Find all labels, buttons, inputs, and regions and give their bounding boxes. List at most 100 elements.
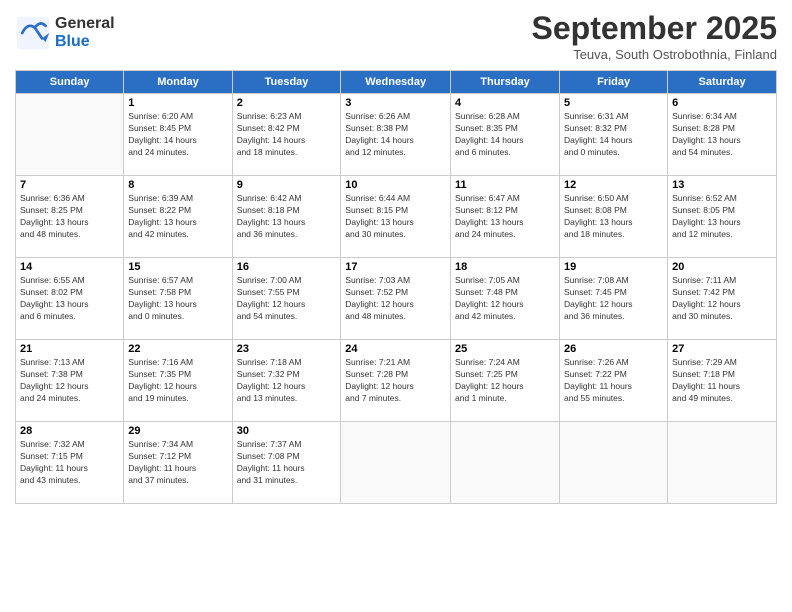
day-of-week-header: Saturday xyxy=(668,71,777,94)
calendar-day-cell xyxy=(560,422,668,504)
day-of-week-header: Tuesday xyxy=(232,71,341,94)
day-number: 20 xyxy=(672,261,772,273)
day-number: 10 xyxy=(345,179,446,191)
day-info: Sunrise: 6:52 AMSunset: 8:05 PMDaylight:… xyxy=(672,193,772,241)
title-section: September 2025 Teuva, South Ostrobothnia… xyxy=(532,10,777,62)
day-info: Sunrise: 6:31 AMSunset: 8:32 PMDaylight:… xyxy=(564,111,663,159)
day-info: Sunrise: 6:42 AMSunset: 8:18 PMDaylight:… xyxy=(237,193,337,241)
calendar-day-cell: 14 Sunrise: 6:55 AMSunset: 8:02 PMDayligh… xyxy=(16,258,124,340)
calendar-week-row: 28 Sunrise: 7:32 AMSunset: 7:15 PMDayligh… xyxy=(16,422,777,504)
calendar-day-cell: 3 Sunrise: 6:26 AMSunset: 8:38 PMDaylight… xyxy=(341,94,451,176)
day-info: Sunrise: 7:34 AMSunset: 7:12 PMDaylight:… xyxy=(128,439,227,487)
day-of-week-header: Wednesday xyxy=(341,71,451,94)
calendar-day-cell: 20 Sunrise: 7:11 AMSunset: 7:42 PMDayligh… xyxy=(668,258,777,340)
calendar-table: SundayMondayTuesdayWednesdayThursdayFrid… xyxy=(15,70,777,504)
calendar-header-row: SundayMondayTuesdayWednesdayThursdayFrid… xyxy=(16,71,777,94)
day-number: 6 xyxy=(672,97,772,109)
month-title: September 2025 xyxy=(532,10,777,47)
day-number: 17 xyxy=(345,261,446,273)
day-info: Sunrise: 7:11 AMSunset: 7:42 PMDaylight:… xyxy=(672,275,772,323)
day-number: 9 xyxy=(237,179,337,191)
day-number: 11 xyxy=(455,179,555,191)
calendar-day-cell xyxy=(668,422,777,504)
day-number: 19 xyxy=(564,261,663,273)
day-info: Sunrise: 6:36 AMSunset: 8:25 PMDaylight:… xyxy=(20,193,119,241)
day-number: 14 xyxy=(20,261,119,273)
day-info: Sunrise: 6:20 AMSunset: 8:45 PMDaylight:… xyxy=(128,111,227,159)
day-number: 13 xyxy=(672,179,772,191)
day-info: Sunrise: 7:03 AMSunset: 7:52 PMDaylight:… xyxy=(345,275,446,323)
calendar-day-cell: 5 Sunrise: 6:31 AMSunset: 8:32 PMDaylight… xyxy=(560,94,668,176)
calendar-day-cell: 17 Sunrise: 7:03 AMSunset: 7:52 PMDayligh… xyxy=(341,258,451,340)
logo-general-text: General xyxy=(55,15,115,33)
calendar-day-cell: 23 Sunrise: 7:18 AMSunset: 7:32 PMDayligh… xyxy=(232,340,341,422)
calendar-day-cell: 15Sunrise: 6:57 AMSunset: 7:58 PMDayligh… xyxy=(124,258,232,340)
day-info: Sunrise: 6:26 AMSunset: 8:38 PMDaylight:… xyxy=(345,111,446,159)
calendar-week-row: 7Sunrise: 6:36 AMSunset: 8:25 PMDaylight… xyxy=(16,176,777,258)
day-of-week-header: Sunday xyxy=(16,71,124,94)
day-info: Sunrise: 6:44 AMSunset: 8:15 PMDaylight:… xyxy=(345,193,446,241)
day-info: Sunrise: 6:23 AMSunset: 8:42 PMDaylight:… xyxy=(237,111,337,159)
calendar-day-cell: 8 Sunrise: 6:39 AMSunset: 8:22 PMDaylight… xyxy=(124,176,232,258)
day-number: 26 xyxy=(564,343,663,355)
calendar-day-cell: 7Sunrise: 6:36 AMSunset: 8:25 PMDaylight… xyxy=(16,176,124,258)
calendar-day-cell: 19 Sunrise: 7:08 AMSunset: 7:45 PMDayligh… xyxy=(560,258,668,340)
day-number: 18 xyxy=(455,261,555,273)
calendar-day-cell: 11 Sunrise: 6:47 AMSunset: 8:12 PMDayligh… xyxy=(451,176,560,258)
location-subtitle: Teuva, South Ostrobothnia, Finland xyxy=(532,47,777,62)
logo-text: General Blue xyxy=(55,15,115,50)
day-number: 22 xyxy=(128,343,227,355)
day-of-week-header: Thursday xyxy=(451,71,560,94)
day-info: Sunrise: 7:08 AMSunset: 7:45 PMDaylight:… xyxy=(564,275,663,323)
day-info: Sunrise: 7:37 AMSunset: 7:08 PMDaylight:… xyxy=(237,439,337,487)
calendar-day-cell: 9 Sunrise: 6:42 AMSunset: 8:18 PMDaylight… xyxy=(232,176,341,258)
day-info: Sunrise: 7:16 AMSunset: 7:35 PMDaylight:… xyxy=(128,357,227,405)
day-info: Sunrise: 6:55 AMSunset: 8:02 PMDaylight:… xyxy=(20,275,119,323)
calendar-day-cell: 26 Sunrise: 7:26 AMSunset: 7:22 PMDayligh… xyxy=(560,340,668,422)
calendar-day-cell: 16 Sunrise: 7:00 AMSunset: 7:55 PMDayligh… xyxy=(232,258,341,340)
calendar-day-cell: 24Sunrise: 7:21 AMSunset: 7:28 PMDayligh… xyxy=(341,340,451,422)
calendar-day-cell: 28 Sunrise: 7:32 AMSunset: 7:15 PMDayligh… xyxy=(16,422,124,504)
day-info: Sunrise: 6:47 AMSunset: 8:12 PMDaylight:… xyxy=(455,193,555,241)
logo: General Blue xyxy=(15,15,115,51)
calendar-week-row: 1 Sunrise: 6:20 AMSunset: 8:45 PMDaylight… xyxy=(16,94,777,176)
day-info: Sunrise: 7:00 AMSunset: 7:55 PMDaylight:… xyxy=(237,275,337,323)
day-info: Sunrise: 7:24 AMSunset: 7:25 PMDaylight:… xyxy=(455,357,555,405)
calendar-day-cell: 30Sunrise: 7:37 AMSunset: 7:08 PMDayligh… xyxy=(232,422,341,504)
day-number: 21 xyxy=(20,343,119,355)
day-number: 15 xyxy=(128,261,227,273)
day-number: 5 xyxy=(564,97,663,109)
day-info: Sunrise: 7:26 AMSunset: 7:22 PMDaylight:… xyxy=(564,357,663,405)
day-info: Sunrise: 7:13 AMSunset: 7:38 PMDaylight:… xyxy=(20,357,119,405)
calendar-day-cell: 6Sunrise: 6:34 AMSunset: 8:28 PMDaylight… xyxy=(668,94,777,176)
calendar-day-cell: 1 Sunrise: 6:20 AMSunset: 8:45 PMDaylight… xyxy=(124,94,232,176)
calendar-day-cell: 2Sunrise: 6:23 AMSunset: 8:42 PMDaylight… xyxy=(232,94,341,176)
day-info: Sunrise: 6:28 AMSunset: 8:35 PMDaylight:… xyxy=(455,111,555,159)
day-number: 1 xyxy=(128,97,227,109)
calendar-day-cell: 27Sunrise: 7:29 AMSunset: 7:18 PMDayligh… xyxy=(668,340,777,422)
calendar-day-cell: 21 Sunrise: 7:13 AMSunset: 7:38 PMDayligh… xyxy=(16,340,124,422)
main-container: General Blue September 2025 Teuva, South… xyxy=(0,0,792,509)
logo-icon xyxy=(15,15,51,51)
day-info: Sunrise: 7:29 AMSunset: 7:18 PMDaylight:… xyxy=(672,357,772,405)
day-number: 28 xyxy=(20,425,119,437)
calendar-day-cell: 18Sunrise: 7:05 AMSunset: 7:48 PMDayligh… xyxy=(451,258,560,340)
day-number: 25 xyxy=(455,343,555,355)
day-info: Sunrise: 7:32 AMSunset: 7:15 PMDaylight:… xyxy=(20,439,119,487)
calendar-week-row: 14 Sunrise: 6:55 AMSunset: 8:02 PMDayligh… xyxy=(16,258,777,340)
day-number: 16 xyxy=(237,261,337,273)
calendar-day-cell: 13 Sunrise: 6:52 AMSunset: 8:05 PMDayligh… xyxy=(668,176,777,258)
day-number: 8 xyxy=(128,179,227,191)
calendar-day-cell: 12Sunrise: 6:50 AMSunset: 8:08 PMDayligh… xyxy=(560,176,668,258)
day-number: 24 xyxy=(345,343,446,355)
calendar-day-cell: 29 Sunrise: 7:34 AMSunset: 7:12 PMDayligh… xyxy=(124,422,232,504)
day-info: Sunrise: 7:18 AMSunset: 7:32 PMDaylight:… xyxy=(237,357,337,405)
day-number: 29 xyxy=(128,425,227,437)
calendar-day-cell xyxy=(341,422,451,504)
day-info: Sunrise: 6:39 AMSunset: 8:22 PMDaylight:… xyxy=(128,193,227,241)
calendar-day-cell xyxy=(16,94,124,176)
day-number: 3 xyxy=(345,97,446,109)
day-number: 23 xyxy=(237,343,337,355)
day-number: 12 xyxy=(564,179,663,191)
header-section: General Blue September 2025 Teuva, South… xyxy=(15,10,777,62)
